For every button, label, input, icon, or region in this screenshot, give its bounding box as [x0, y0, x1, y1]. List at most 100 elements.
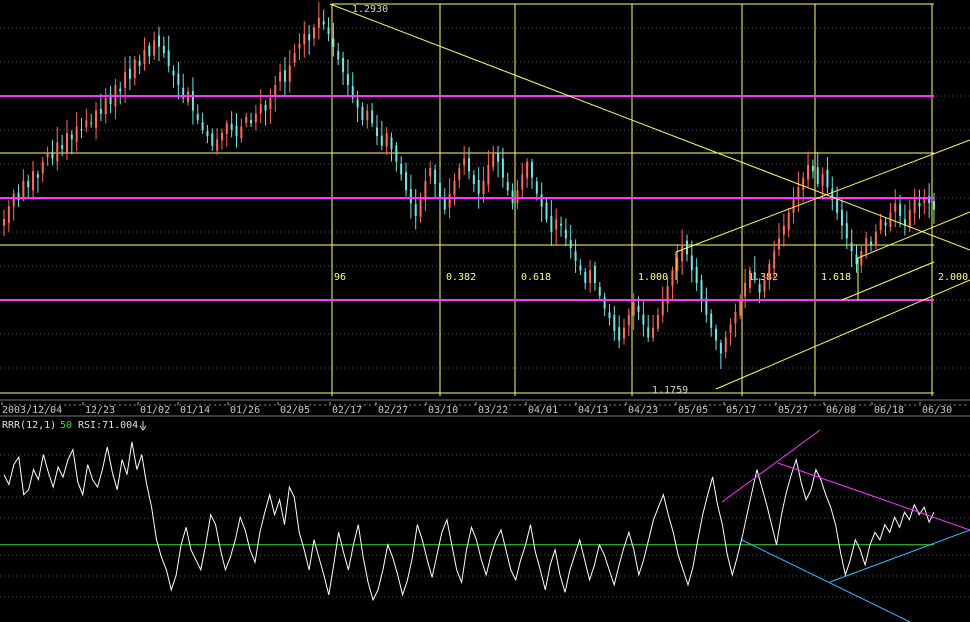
candle-body: [574, 251, 577, 261]
candle-body: [211, 133, 214, 146]
candle-body: [492, 152, 495, 168]
candle-body: [279, 72, 282, 82]
candle-body: [385, 132, 388, 147]
x-tick-label: 02/27: [378, 405, 408, 416]
indicator-label: RRR(12,1): [2, 420, 56, 431]
candle-body: [555, 219, 558, 230]
candle-body: [70, 134, 73, 140]
candle-body: [579, 265, 582, 271]
candle-body: [264, 104, 267, 111]
candle-body: [95, 110, 98, 128]
candle-body: [259, 104, 262, 114]
candle-body: [811, 165, 814, 172]
candle-body: [729, 324, 732, 334]
candle-body: [138, 60, 141, 66]
x-tick-label: 01/26: [230, 405, 260, 416]
x-tick-label: 03/22: [478, 405, 508, 416]
candle-body: [690, 255, 693, 271]
candle-body: [240, 126, 243, 139]
x-tick-label: 05/17: [726, 405, 756, 416]
candle-body: [840, 209, 843, 226]
x-tick-label: 05/05: [678, 405, 708, 416]
x-tick-label: 04/01: [528, 405, 558, 416]
candle-body: [671, 270, 674, 286]
candle-body: [710, 313, 713, 328]
candle-body: [46, 152, 49, 158]
candle-body: [409, 189, 412, 204]
candle-body: [162, 45, 165, 54]
candle-body: [308, 33, 311, 41]
candle-body: [913, 200, 916, 214]
candle-body: [753, 272, 756, 280]
candle-body: [695, 266, 698, 284]
candle-body: [899, 204, 902, 216]
candle-body: [802, 177, 805, 190]
candle-body: [313, 27, 315, 39]
candle-body: [564, 229, 567, 239]
candle-body: [593, 266, 596, 284]
candle-body: [845, 223, 848, 239]
candle-body: [521, 174, 524, 190]
candle-body: [656, 314, 659, 329]
candle-body: [768, 263, 771, 281]
fib-time-label: 1.618: [821, 272, 851, 283]
candle-body: [191, 91, 194, 111]
candle-body: [400, 163, 403, 175]
x-tick-label: 01/02: [140, 405, 170, 416]
candle-body: [787, 212, 790, 231]
candle-body: [65, 132, 68, 153]
candle-body: [468, 158, 470, 172]
candle-body: [56, 142, 59, 162]
candle-body: [540, 194, 543, 207]
candle-body: [511, 190, 514, 204]
candle-body: [773, 251, 776, 269]
candle-body: [724, 337, 727, 353]
candle-body: [874, 231, 877, 245]
candle-body: [681, 244, 684, 262]
candle-body: [405, 172, 408, 191]
candle-body: [27, 180, 30, 188]
candle-body: [569, 240, 572, 248]
candle-body: [497, 153, 500, 162]
candle-body: [647, 327, 650, 338]
x-tick-label: 03/10: [428, 405, 458, 416]
candle-body: [216, 139, 219, 151]
candle-body: [36, 174, 39, 178]
candle-body: [317, 17, 320, 28]
candle-body: [104, 97, 107, 115]
candle-body: [734, 311, 737, 324]
candle-body: [821, 174, 824, 186]
candle-body: [584, 271, 587, 284]
candle-body: [865, 238, 868, 254]
candle-body: [661, 299, 664, 316]
candle-body: [918, 202, 921, 207]
candle-body: [75, 126, 78, 142]
candle-body: [124, 72, 127, 88]
candle-body: [380, 135, 383, 146]
candle-body: [375, 127, 378, 137]
candle-body: [32, 171, 35, 191]
candle-body: [482, 180, 485, 195]
candle-body: [332, 38, 335, 47]
candle-body: [908, 209, 911, 228]
candle-body: [390, 137, 393, 149]
high-price-label: 1.2930: [352, 4, 388, 15]
candle-body: [51, 151, 54, 159]
candle-body: [22, 180, 25, 198]
candle-body: [274, 85, 277, 97]
candle-body: [371, 110, 374, 124]
x-tick-label: 02/05: [280, 405, 310, 416]
candle-body: [797, 187, 800, 198]
candle-body: [167, 50, 170, 66]
candle-body: [458, 168, 461, 181]
candle-body: [545, 202, 548, 220]
candle-body: [196, 113, 199, 121]
candle-body: [434, 169, 437, 185]
candle-body: [535, 181, 538, 194]
fib-time-label: 0.382: [446, 272, 476, 283]
candle-body: [225, 123, 228, 134]
x-tick-label: 01/14: [180, 405, 210, 416]
x-tick-label: 04/23: [628, 405, 658, 416]
candle-body: [12, 193, 15, 207]
candle-body: [700, 280, 703, 299]
